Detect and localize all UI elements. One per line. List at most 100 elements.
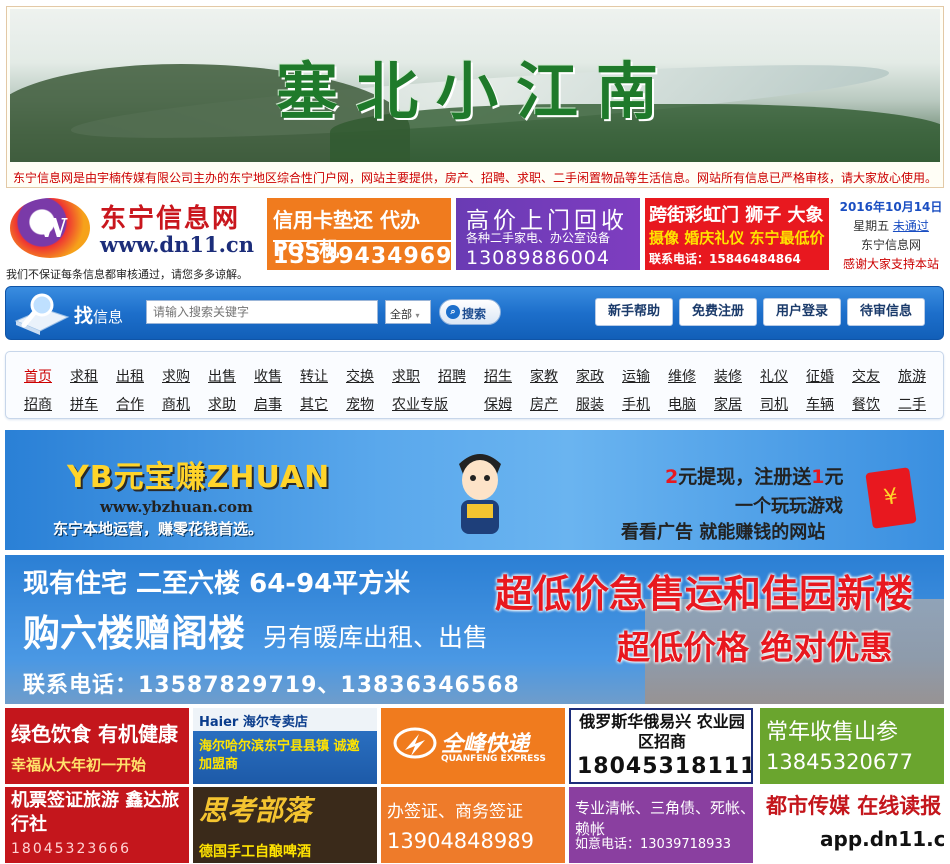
- category-link[interactable]: 礼仪: [756, 366, 802, 386]
- tile-subtitle: 如意电话：13039718933: [575, 837, 731, 852]
- category-link[interactable]: 服装: [572, 394, 618, 414]
- search-title: 找信息: [74, 301, 123, 328]
- register-button[interactable]: 免费注册: [679, 298, 757, 326]
- site-notice: 东宁信息网是由宇楠传媒有限公司主办的东宁地区综合性门户网，网站主要提供，房产、招…: [13, 171, 938, 185]
- category-link[interactable]: 二手: [894, 394, 940, 414]
- category-link[interactable]: 求助: [204, 394, 250, 414]
- tile-subtitle: app.dn11.cn: [820, 827, 944, 851]
- category-link[interactable]: 宠物: [342, 394, 388, 414]
- ad-recycle[interactable]: 高价上门回收 各种二手家电、办公室设备 13089886004: [456, 198, 640, 270]
- category-link[interactable]: 旅游: [894, 366, 940, 386]
- ybzhuan-ad[interactable]: YB元宝赚ZHUAN www.ybzhuan.com 东宁本地运营，赚零花钱首选…: [5, 430, 944, 550]
- category-link[interactable]: 其它: [296, 394, 342, 414]
- ad-tile-ginseng[interactable]: 常年收售山参 13845320677: [760, 708, 944, 784]
- category-link[interactable]: 装修: [710, 366, 756, 386]
- search-scope-value: 全部: [390, 308, 412, 321]
- category-link[interactable]: 商机: [158, 394, 204, 414]
- category-link[interactable]: 保姆: [480, 394, 526, 414]
- category-link[interactable]: 收售: [250, 366, 296, 386]
- category-link[interactable]: 求职: [388, 366, 434, 386]
- tile-subtitle: 海尔哈尔滨东宁县县镇 诚邀加盟商: [199, 739, 360, 772]
- ybzhuan-tagline: 东宁本地运营，赚零花钱首选。: [53, 520, 264, 538]
- ad-tile-visa[interactable]: 办签证、商务签证 13904848989: [381, 787, 565, 863]
- login-button[interactable]: 用户登录: [763, 298, 841, 326]
- tile-subtitle: 德国手工自酿啤酒: [199, 844, 311, 860]
- ybzhuan-offer-bonus: 1: [811, 466, 825, 488]
- tile-subtitle: 18045318111: [577, 754, 753, 779]
- category-link[interactable]: 征婚: [802, 366, 848, 386]
- category-link[interactable]: 出租: [112, 366, 158, 386]
- logo-url: www.dn11.cn: [100, 232, 254, 257]
- ybzhuan-offer-amount: 2: [665, 466, 679, 488]
- search-scope-select[interactable]: 全部 ▾: [385, 300, 431, 324]
- magnifier-book-icon: [14, 293, 70, 335]
- ad-pos-card[interactable]: 信用卡垫还 代办 POS机 13339434969: [267, 198, 451, 270]
- category-link[interactable]: 出售: [204, 366, 250, 386]
- housing-ad-big-text: 超低价急售运和佳园新楼: [495, 572, 914, 616]
- category-link[interactable]: 维修: [664, 366, 710, 386]
- category-row-2: 招商 拼车 合作 商机 求助 启事 其它 宠物 农业专版 保姆 房产 服装 手机 电脑 家居 司机 车辆 餐饮 二手: [20, 394, 940, 414]
- ad-tile-russia-park[interactable]: 俄罗斯华俄易兴 农业园区招商 18045318111: [569, 708, 753, 784]
- category-link[interactable]: 家居: [710, 394, 756, 414]
- tile-title: 机票签证旅游 鑫达旅行社: [11, 790, 180, 835]
- tile-title: 都市传媒 在线读报: [766, 794, 942, 818]
- category-link[interactable]: 启事: [250, 394, 296, 414]
- tile-title: 俄罗斯华俄易兴 农业园区招商: [579, 712, 745, 751]
- housing-ad[interactable]: 现有住宅 二至六楼 64-94平方米 购六楼赠阁楼 另有暖库出租、出售 联系电话：…: [5, 555, 944, 704]
- ybzhuan-line-3: 看看广告 就能赚钱的网站: [621, 522, 826, 543]
- category-link[interactable]: 电脑: [664, 394, 710, 414]
- category-link[interactable]: 求购: [158, 366, 204, 386]
- ad-tile-organic-food[interactable]: 绿色饮食 有机健康 幸福从大年初一开始: [5, 708, 189, 784]
- category-link[interactable]: 家政: [572, 366, 618, 386]
- category-link[interactable]: 农业专版: [388, 394, 480, 414]
- cartoon-man-icon: [459, 454, 501, 534]
- category-link[interactable]: 餐饮: [848, 394, 894, 414]
- search-button[interactable]: ⌕ 搜索: [439, 299, 501, 325]
- site-logo[interactable]: W 东宁信息网 www.dn11.cn: [8, 196, 256, 266]
- category-link[interactable]: 拼车: [66, 394, 112, 414]
- category-link[interactable]: 招聘: [434, 366, 480, 386]
- ad-tile-debt[interactable]: 专业清帐、三角债、死帐、赖帐 如意电话：13039718933: [569, 787, 753, 863]
- ad-tile-haier[interactable]: Haier 海尔专卖店 海尔哈尔滨东宁县县镇 诚邀加盟商: [193, 708, 377, 784]
- unpassed-link[interactable]: 未通过: [893, 219, 929, 233]
- category-link[interactable]: 运输: [618, 366, 664, 386]
- logo-badge: W: [38, 214, 68, 244]
- ad-subtitle: 各种二手家电、办公室设备: [466, 231, 611, 245]
- housing-ad-headline: 购六楼赠阁楼: [23, 612, 245, 655]
- ad-rainbow-arch[interactable]: 跨街彩虹门 狮子 大象 摄像 婚庆礼仪 东宁最低价 联系电话：158464848…: [645, 198, 829, 270]
- category-link[interactable]: 求租: [66, 366, 112, 386]
- category-link[interactable]: 合作: [112, 394, 158, 414]
- tile-title: 常年收售山参: [766, 720, 899, 745]
- ad-tile-thinking-tribe[interactable]: 思考部落 德国手工自酿啤酒: [193, 787, 377, 863]
- search-bar: 找信息 全部 ▾ ⌕搜索 新手帮助 免费注册 用户登录 待审信息: [5, 286, 944, 340]
- housing-ad-phone: 联系电话：13587829719、13836346568: [23, 673, 520, 698]
- category-link[interactable]: 司机: [756, 394, 802, 414]
- pending-info-button[interactable]: 待审信息: [847, 298, 925, 326]
- ad-subtitle: 摄像 婚庆礼仪 东宁最低价: [649, 229, 825, 247]
- category-link[interactable]: 车辆: [802, 394, 848, 414]
- category-link[interactable]: 首页: [20, 366, 66, 386]
- tile-title: Haier 海尔专卖店: [199, 715, 308, 730]
- search-input[interactable]: [146, 300, 378, 324]
- housing-ad-line-2: 购六楼赠阁楼 另有暖库出租、出售: [23, 603, 488, 657]
- site-name: 东宁信息网: [860, 238, 921, 252]
- category-link[interactable]: 招生: [480, 366, 526, 386]
- ad-tile-quanfeng[interactable]: 全峰快递 QUANFENG EXPRESS: [381, 708, 565, 784]
- logo-site-name: 东宁信息网: [100, 204, 241, 234]
- tile-subtitle: QUANFENG EXPRESS: [441, 754, 546, 764]
- tile-subtitle: 13904848989: [387, 829, 534, 853]
- search-title-rest: 信息: [93, 308, 124, 326]
- category-link[interactable]: 转让: [296, 366, 342, 386]
- ad-tile-news-app[interactable]: 都市传媒 在线读报 app.dn11.cn: [760, 787, 944, 863]
- ad-tile-travel[interactable]: 机票签证旅游 鑫达旅行社 18045323666: [5, 787, 189, 863]
- category-link[interactable]: 交友: [848, 366, 894, 386]
- search-button-label: 搜索: [462, 307, 487, 321]
- category-link[interactable]: 招商: [20, 394, 66, 414]
- category-link[interactable]: 交换: [342, 366, 388, 386]
- ybzhuan-line-2: 一个玩玩游戏: [735, 496, 843, 517]
- category-link[interactable]: 手机: [618, 394, 664, 414]
- ybzhuan-offer: 2元提现，注册送1元: [665, 462, 844, 489]
- help-button[interactable]: 新手帮助: [595, 298, 673, 326]
- category-link[interactable]: 家教: [526, 366, 572, 386]
- category-link[interactable]: 房产: [526, 394, 572, 414]
